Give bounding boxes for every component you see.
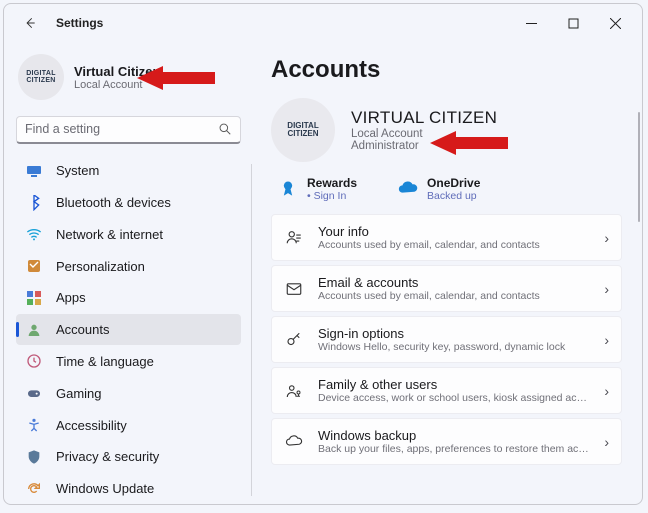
- sidebar-item-accounts[interactable]: Accounts: [16, 314, 241, 345]
- family-icon: [284, 381, 304, 401]
- signin-icon: [284, 330, 304, 350]
- nav-label: Network & internet: [56, 227, 163, 242]
- sidebar-item-privacy[interactable]: Privacy & security: [16, 441, 241, 472]
- yourinfo-icon: [284, 228, 304, 248]
- chevron-right-icon: ›: [604, 383, 609, 399]
- page-title: Accounts: [271, 56, 628, 84]
- nav-label: Apps: [56, 290, 86, 305]
- search-box[interactable]: [16, 116, 241, 144]
- sidebar-item-apps[interactable]: Apps: [16, 283, 241, 314]
- cards-list: Your infoAccounts used by email, calenda…: [271, 214, 628, 465]
- nav-label: Bluetooth & devices: [56, 195, 171, 210]
- search-icon: [218, 122, 232, 136]
- chevron-right-icon: ›: [604, 434, 609, 450]
- avatar-large: DIGITAL CITIZEN: [271, 98, 335, 162]
- maximize-button[interactable]: [552, 8, 594, 38]
- nav-label: Windows Update: [56, 481, 154, 496]
- sidebar-user[interactable]: DIGITAL CITIZEN Virtual Citizen Local Ac…: [16, 50, 241, 112]
- sidebar-item-time[interactable]: Time & language: [16, 346, 241, 377]
- backup-icon: [284, 432, 304, 452]
- chevron-right-icon: ›: [604, 332, 609, 348]
- nav-label: Accounts: [56, 322, 109, 337]
- gaming-icon: [26, 385, 42, 401]
- card-backup[interactable]: Windows backupBack up your files, apps, …: [271, 418, 622, 465]
- sidebar-item-update[interactable]: Windows Update: [16, 473, 241, 504]
- email-icon: [284, 279, 304, 299]
- content-divider: [251, 164, 252, 496]
- card-signin[interactable]: Sign-in optionsWindows Hello, security k…: [271, 316, 622, 363]
- titlebar: Settings: [4, 4, 642, 42]
- nav-label: Gaming: [56, 386, 102, 401]
- card-yourinfo[interactable]: Your infoAccounts used by email, calenda…: [271, 214, 622, 261]
- hero-sub1: Local Account: [351, 128, 497, 140]
- minimize-button[interactable]: [510, 8, 552, 38]
- tile-rewards[interactable]: Rewards• Sign In: [277, 176, 357, 202]
- accessibility-icon: [26, 417, 42, 433]
- onedrive-icon: [397, 178, 419, 200]
- avatar: DIGITAL CITIZEN: [18, 54, 64, 100]
- sidebar-item-system[interactable]: System: [16, 156, 241, 187]
- nav-label: Privacy & security: [56, 449, 159, 464]
- time-icon: [26, 353, 42, 369]
- card-email[interactable]: Email & accountsAccounts used by email, …: [271, 265, 622, 312]
- sidebar-item-gaming[interactable]: Gaming: [16, 378, 241, 409]
- update-icon: [26, 481, 42, 497]
- scrollbar-thumb[interactable]: [638, 112, 640, 222]
- scrollbar[interactable]: [636, 112, 642, 494]
- settings-window: Settings DIGITAL CITIZEN Virtual Citizen…: [3, 3, 643, 505]
- chevron-right-icon: ›: [604, 281, 609, 297]
- nav-label: Accessibility: [56, 418, 127, 433]
- system-icon: [26, 163, 42, 179]
- hero-name: VIRTUAL CITIZEN: [351, 108, 497, 128]
- apps-icon: [26, 290, 42, 306]
- tiles-row: Rewards• Sign In OneDriveBacked up: [277, 176, 628, 202]
- sidebar-item-bluetooth[interactable]: Bluetooth & devices: [16, 187, 241, 218]
- nav-label: System: [56, 163, 99, 178]
- close-button[interactable]: [594, 8, 636, 38]
- card-family[interactable]: Family & other usersDevice access, work …: [271, 367, 622, 414]
- nav-label: Personalization: [56, 259, 145, 274]
- tile-onedrive[interactable]: OneDriveBacked up: [397, 176, 480, 202]
- nav-label: Time & language: [56, 354, 154, 369]
- sidebar-user-sub: Local Account: [74, 79, 160, 91]
- sidebar-user-name: Virtual Citizen: [74, 64, 160, 79]
- main-pane: Accounts DIGITAL CITIZEN VIRTUAL CITIZEN…: [251, 42, 642, 504]
- search-input[interactable]: [25, 122, 210, 136]
- sidebar-item-network[interactable]: Network & internet: [16, 219, 241, 250]
- account-hero: DIGITAL CITIZEN VIRTUAL CITIZEN Local Ac…: [271, 98, 628, 162]
- sidebar-item-accessibility[interactable]: Accessibility: [16, 410, 241, 441]
- nav-list: System Bluetooth & devices Network & inter…: [16, 156, 241, 505]
- network-icon: [26, 226, 42, 242]
- window-title: Settings: [56, 16, 103, 30]
- sidebar-item-personalization[interactable]: Personalization: [16, 251, 241, 282]
- accounts-icon: [26, 322, 42, 338]
- sidebar: DIGITAL CITIZEN Virtual Citizen Local Ac…: [4, 42, 251, 504]
- chevron-right-icon: ›: [604, 230, 609, 246]
- bluetooth-icon: [26, 195, 42, 211]
- rewards-icon: [277, 178, 299, 200]
- back-button[interactable]: [16, 9, 44, 37]
- personalization-icon: [26, 258, 42, 274]
- hero-sub2: Administrator: [351, 140, 497, 152]
- privacy-icon: [26, 449, 42, 465]
